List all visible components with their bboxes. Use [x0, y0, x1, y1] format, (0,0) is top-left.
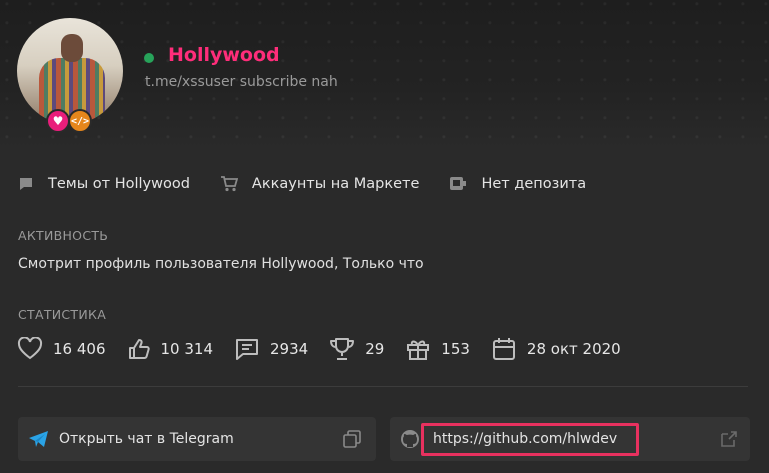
calendar-icon	[492, 338, 515, 360]
divider	[18, 386, 748, 387]
external-link-icon[interactable]	[720, 430, 738, 448]
username[interactable]: Hollywood	[168, 44, 280, 66]
github-icon	[401, 430, 419, 448]
copy-icon[interactable]	[343, 430, 361, 448]
stat-likes-value: 16 406	[53, 340, 106, 358]
stat-messages[interactable]: 2934	[234, 337, 308, 361]
activity-text: Смотрит профиль пользователя Hollywood, …	[18, 256, 424, 272]
stat-likes[interactable]: 16 406	[17, 337, 106, 361]
heart-badge-icon[interactable]: ♥	[46, 109, 70, 133]
activity-title: АКТИВНОСТЬ	[18, 228, 109, 243]
link-market[interactable]: Аккаунты на Маркете	[220, 176, 420, 192]
comment-icon	[20, 178, 32, 190]
stat-trophies-value: 29	[365, 340, 385, 358]
avatar-head	[61, 34, 83, 62]
link-market-label: Аккаунты на Маркете	[251, 176, 420, 192]
stat-reactions[interactable]: 10 314	[127, 337, 214, 361]
stat-gifts-value: 153	[441, 340, 470, 358]
link-deposit-label: Нет депозита	[481, 176, 587, 192]
profile-links: Темы от Hollywood Аккаунты на Маркете Не…	[18, 176, 616, 192]
stat-reactions-value: 10 314	[160, 340, 214, 358]
stat-gifts[interactable]: 153	[405, 337, 470, 361]
thumbs-up-icon	[128, 339, 150, 359]
online-status-dot	[144, 53, 154, 63]
link-threads-label: Темы от Hollywood	[48, 176, 190, 192]
stat-messages-value: 2934	[270, 340, 309, 358]
stat-register-date-value: 28 окт 2020	[526, 340, 621, 358]
message-icon	[236, 339, 258, 360]
heart-icon	[17, 337, 43, 360]
stats-row: 16 406 10 314 2934 29 153 28 окт 2020	[17, 337, 642, 361]
cart-icon	[220, 176, 238, 192]
telegram-chat-label: Открыть чат в Telegram	[59, 431, 234, 447]
stat-register-date: 28 окт 2020	[491, 337, 621, 361]
telegram-icon	[29, 431, 48, 447]
code-badge-icon[interactable]: </>	[68, 109, 92, 133]
link-threads[interactable]: Темы от Hollywood	[18, 176, 190, 192]
telegram-chat-button[interactable]: Открыть чат в Telegram	[18, 417, 376, 461]
stats-title: СТАТИСТИКА	[18, 307, 107, 322]
deposit-icon	[450, 177, 467, 190]
link-deposit[interactable]: Нет депозита	[449, 176, 586, 192]
stat-trophies[interactable]: 29	[329, 337, 384, 361]
user-status-text: t.me/xssuser subscribe nah	[145, 74, 338, 90]
avatar[interactable]	[17, 18, 123, 124]
highlight-box	[421, 423, 639, 456]
trophy-icon	[330, 338, 355, 360]
gift-icon	[407, 340, 430, 360]
